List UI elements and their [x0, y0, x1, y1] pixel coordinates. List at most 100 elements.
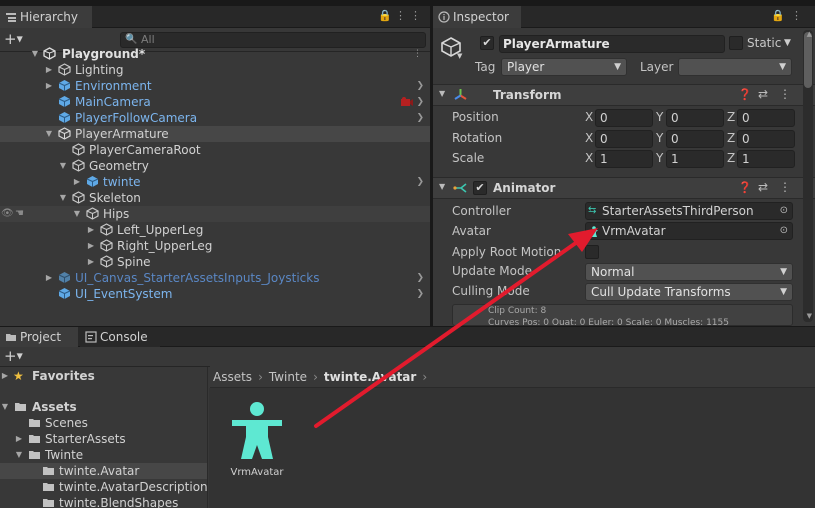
scroll-up-arrow-icon[interactable]: ▲	[807, 30, 812, 38]
tab-project[interactable]: Project	[0, 327, 78, 347]
expand-arrow-icon[interactable]: ▶	[86, 254, 96, 270]
hierarchy-item-skeleton[interactable]: ▼ Skeleton	[0, 190, 430, 206]
scale-x-field[interactable]: 1	[595, 150, 653, 168]
object-picker-icon[interactable]: ⊙	[780, 223, 788, 239]
hierarchy-item-ui-canvas[interactable]: ▶ UI_Canvas_StarterAssetsInputs_Joystick…	[0, 270, 430, 286]
object-picker-icon[interactable]: ⊙	[780, 203, 788, 219]
expand-arrow-icon[interactable]: ▶	[44, 62, 54, 78]
rotation-x-field[interactable]: 0	[595, 130, 653, 148]
favorites-row[interactable]: ▶ ★ Favorites	[0, 368, 207, 384]
expand-arrow-icon[interactable]: ▼	[30, 46, 40, 62]
hierarchy-item-right-upperleg[interactable]: ▶ Right_UpperLeg	[0, 238, 430, 254]
scale-z-field[interactable]: 1	[737, 150, 795, 168]
component-menu-icon[interactable]: ⋮	[779, 180, 791, 194]
folder-twinte-avatardescription[interactable]: twinte.AvatarDescription	[0, 479, 208, 495]
icon-dropdown-caret-icon[interactable]: ▼	[457, 52, 462, 60]
asset-vrmavatar[interactable]: VrmAvatar	[222, 399, 292, 483]
hierarchy-item-geometry[interactable]: ▼ Geometry	[0, 158, 430, 174]
collapse-arrow-icon[interactable]: ▼	[72, 206, 82, 222]
help-icon[interactable]: ❓	[738, 88, 752, 101]
hierarchy-item-hips[interactable]: 👁 ☚ ▼ Hips	[0, 206, 430, 222]
animator-component-header[interactable]: ▼ ✔ Animator ❓ ⇄ ⋮	[433, 177, 815, 199]
culling-mode-dropdown[interactable]: Cull Update Transforms ▼	[585, 283, 793, 301]
folder-scenes[interactable]: Scenes	[0, 415, 207, 431]
assets-row[interactable]: ▼ Assets	[0, 399, 207, 415]
hierarchy-item-spine[interactable]: ▶ Spine	[0, 254, 430, 270]
static-dropdown-icon[interactable]: ▼	[784, 38, 791, 48]
tab-hierarchy[interactable]: Hierarchy	[0, 6, 92, 28]
kebab-icon[interactable]: ⋮	[410, 9, 421, 22]
breadcrumb-assets[interactable]: Assets	[213, 370, 252, 384]
folder-twinte-blendshapes[interactable]: twinte.BlendShapes	[0, 495, 207, 508]
hierarchy-item-playerfollowcamera[interactable]: PlayerFollowCamera ❯	[0, 110, 430, 126]
hierarchy-item-environment[interactable]: ▶ Environment ❯	[0, 78, 430, 94]
more-options-icon[interactable]: ⋮	[395, 9, 406, 22]
tab-inspector[interactable]: Inspector	[433, 6, 521, 28]
layer-dropdown[interactable]: ▼	[678, 58, 792, 76]
collapse-arrow-icon[interactable]: ▼	[14, 447, 24, 463]
expand-arrow-icon[interactable]: ▶	[0, 368, 10, 384]
position-x-field[interactable]: 0	[595, 109, 653, 127]
lock-icon[interactable]: 🔒	[771, 9, 785, 22]
scale-y-field[interactable]: 1	[666, 150, 724, 168]
expand-arrow-icon[interactable]: ▶	[86, 238, 96, 254]
collapse-arrow-icon[interactable]: ▼	[58, 158, 68, 174]
open-prefab-icon[interactable]: ❯	[416, 286, 424, 302]
hierarchy-item-ui-eventsystem[interactable]: UI_EventSystem ❯	[0, 286, 430, 302]
hierarchy-item-lighting[interactable]: ▶ Lighting	[0, 62, 430, 78]
hierarchy-item-twinte[interactable]: ▶ twinte ❯	[0, 174, 430, 190]
apply-root-motion-checkbox[interactable]	[585, 245, 599, 259]
expand-arrow-icon[interactable]: ▶	[14, 431, 24, 447]
folder-starterassets[interactable]: ▶ StarterAssets	[0, 431, 207, 447]
scene-menu-icon[interactable]: ⋮	[413, 46, 422, 62]
open-prefab-icon[interactable]: ❯	[416, 270, 424, 286]
active-checkbox[interactable]: ✔	[480, 36, 494, 50]
open-prefab-icon[interactable]: ❯	[416, 110, 424, 126]
expand-arrow-icon[interactable]: ▶	[86, 222, 96, 238]
open-prefab-icon[interactable]: ❯	[416, 78, 424, 94]
folder-twinte[interactable]: ▼ Twinte	[0, 447, 207, 463]
expand-arrow-icon[interactable]: ▶	[44, 78, 54, 94]
open-prefab-icon[interactable]: ❯	[416, 94, 424, 110]
scrollbar-thumb[interactable]	[804, 32, 812, 88]
collapse-arrow-icon[interactable]: ▼	[0, 399, 10, 415]
transform-component-header[interactable]: ▼ Transform ❓ ⇄ ⋮	[433, 84, 815, 106]
pickable-hand-icon[interactable]: ☚	[15, 206, 24, 222]
breadcrumb-twinte-avatar[interactable]: twinte.Avatar	[324, 370, 416, 384]
create-asset-button[interactable]: +▼	[4, 348, 23, 365]
tab-console[interactable]: Console	[80, 327, 160, 347]
rotation-z-field[interactable]: 0	[737, 130, 795, 148]
open-prefab-icon[interactable]: ❯	[416, 174, 424, 190]
controller-field[interactable]: ⇆ StarterAssetsThirdPerson ⊙	[585, 202, 793, 220]
breadcrumb-twinte[interactable]: Twinte	[269, 370, 307, 384]
rotation-y-field[interactable]: 0	[666, 130, 724, 148]
position-y-field[interactable]: 0	[666, 109, 724, 127]
hierarchy-item-left-upperleg[interactable]: ▶ Left_UpperLeg	[0, 222, 430, 238]
tag-dropdown[interactable]: Player ▼	[501, 58, 627, 76]
hierarchy-item-playercameraroot[interactable]: PlayerCameraRoot	[0, 142, 430, 158]
position-z-field[interactable]: 0	[737, 109, 795, 127]
avatar-field[interactable]: VrmAvatar ⊙	[585, 222, 793, 240]
preset-icon[interactable]: ⇄	[758, 180, 768, 194]
scene-row[interactable]: ▼ Playground* ⋮	[0, 46, 430, 62]
visibility-eye-icon[interactable]: 👁	[1, 206, 14, 222]
help-icon[interactable]: ❓	[738, 181, 752, 194]
expand-arrow-icon[interactable]: ▶	[72, 174, 82, 190]
collapse-arrow-icon[interactable]: ▼	[58, 190, 68, 206]
component-menu-icon[interactable]: ⋮	[779, 87, 791, 101]
more-options-icon[interactable]: ⋮	[791, 9, 802, 22]
foldout-arrow-icon[interactable]: ▼	[439, 89, 445, 98]
expand-arrow-icon[interactable]: ▶	[44, 270, 54, 286]
preset-icon[interactable]: ⇄	[758, 87, 768, 101]
inspector-scrollbar[interactable]	[803, 30, 813, 322]
scroll-down-arrow-icon[interactable]: ▼	[807, 312, 812, 320]
foldout-arrow-icon[interactable]: ▼	[439, 182, 445, 191]
static-checkbox[interactable]	[729, 36, 743, 50]
lock-icon[interactable]: 🔒	[378, 9, 392, 22]
hierarchy-item-maincamera[interactable]: MainCamera ❯	[0, 94, 430, 110]
update-mode-dropdown[interactable]: Normal ▼	[585, 263, 793, 281]
animator-enabled-checkbox[interactable]: ✔	[473, 181, 487, 195]
object-name-field[interactable]: PlayerArmature	[499, 35, 725, 53]
collapse-arrow-icon[interactable]: ▼	[44, 126, 54, 142]
hierarchy-item-playerarmature[interactable]: ▼ PlayerArmature	[0, 126, 430, 142]
